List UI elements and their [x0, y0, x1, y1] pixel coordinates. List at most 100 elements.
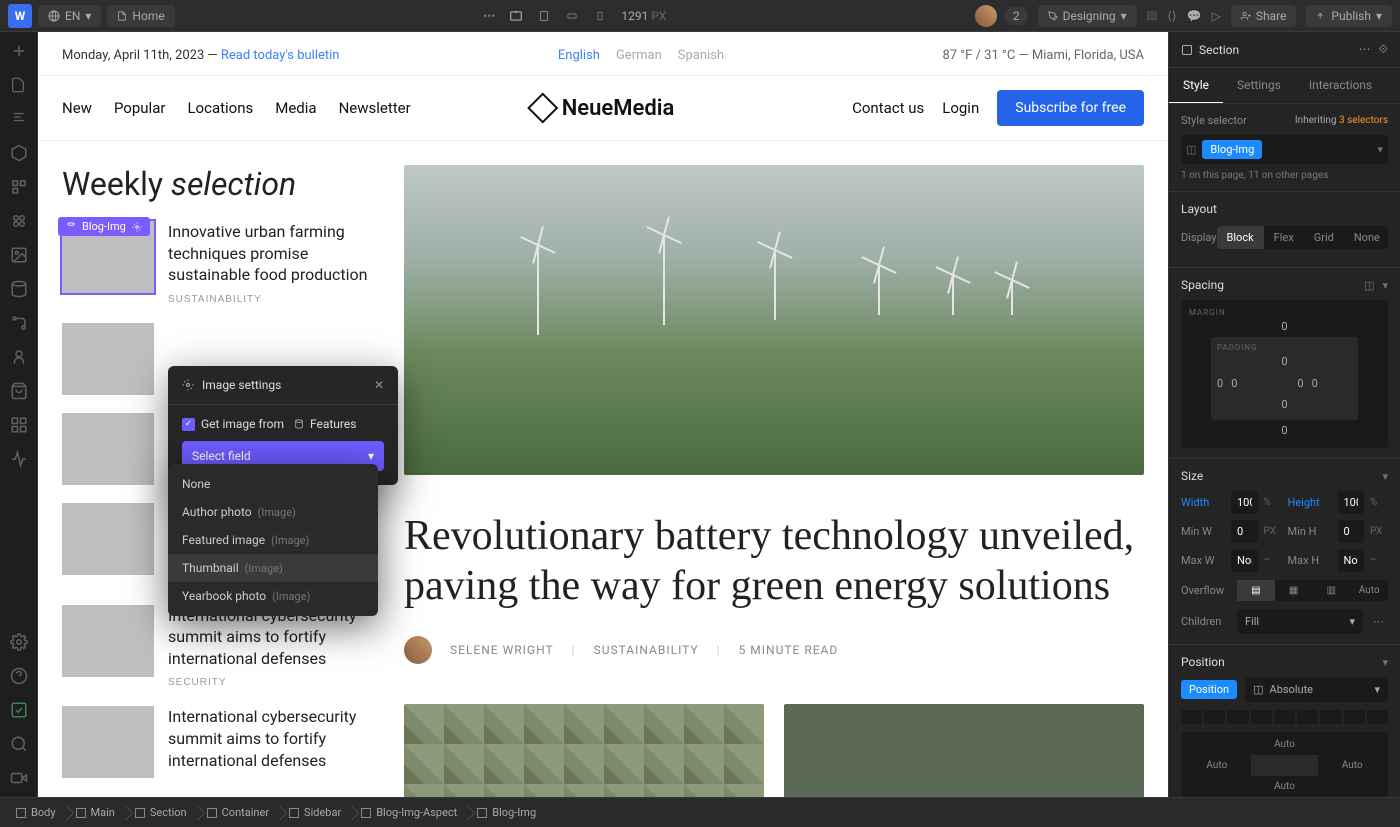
tablet-icon[interactable]: [537, 9, 551, 23]
chevron-down-icon[interactable]: ▾: [1382, 656, 1388, 669]
height-input[interactable]: [1338, 491, 1365, 514]
ecommerce-icon[interactable]: [10, 382, 28, 400]
nav-media[interactable]: Media: [275, 99, 316, 117]
article-thumb[interactable]: [62, 413, 154, 485]
seg-flex[interactable]: Flex: [1264, 226, 1304, 249]
pos-preset[interactable]: [1251, 710, 1272, 724]
mode-button[interactable]: Designing ▾: [1038, 5, 1137, 27]
overflow-scroll[interactable]: ▥: [1313, 580, 1351, 601]
seg-grid[interactable]: Grid: [1304, 226, 1344, 249]
design-canvas[interactable]: Monday, April 11th, 2023 — Read today's …: [38, 32, 1168, 797]
lang-english[interactable]: English: [558, 48, 600, 63]
focus-icon[interactable]: ⟐: [1379, 42, 1388, 57]
checkbox[interactable]: ✓: [182, 418, 195, 431]
landscape-icon[interactable]: [565, 9, 579, 23]
viewport-width[interactable]: 1291 PX: [621, 9, 666, 23]
bulletin-link[interactable]: Read today's bulletin: [221, 48, 340, 63]
breadcrumb-item[interactable]: Section: [125, 806, 197, 819]
overflow-hidden[interactable]: ▦: [1275, 580, 1313, 601]
spacing-box[interactable]: MARGIN 0 PADDING 0 0 0 0 0 0 0: [1181, 300, 1388, 448]
hero-title[interactable]: Revolutionary battery technology unveile…: [404, 511, 1144, 612]
add-icon[interactable]: [10, 42, 28, 60]
share-button[interactable]: Share: [1231, 5, 1297, 27]
hero-image[interactable]: [404, 165, 1144, 475]
logo-icon[interactable]: W: [8, 4, 32, 28]
nav-login[interactable]: Login: [942, 99, 979, 117]
variables-icon[interactable]: [10, 178, 28, 196]
author-avatar[interactable]: [404, 636, 432, 664]
seg-block[interactable]: Block: [1217, 226, 1264, 249]
article-title[interactable]: International cybersecurity summit aims …: [168, 706, 372, 771]
tab-settings[interactable]: Settings: [1223, 68, 1295, 103]
inherit-count[interactable]: 3 selectors: [1339, 115, 1388, 126]
assets-icon[interactable]: [10, 246, 28, 264]
nav-new[interactable]: New: [62, 99, 92, 117]
publish-button[interactable]: Publish ▾: [1306, 5, 1392, 27]
avatar[interactable]: [975, 5, 997, 27]
pos-preset[interactable]: [1204, 710, 1225, 724]
locale-button[interactable]: EN ▾: [38, 5, 101, 27]
nav-newsletter[interactable]: Newsletter: [339, 99, 411, 117]
video-icon[interactable]: [10, 769, 28, 787]
minw-input[interactable]: [1231, 520, 1258, 543]
comment-icon[interactable]: 💬: [1187, 9, 1202, 23]
more-icon[interactable]: ⋯: [1369, 615, 1388, 628]
audit-icon[interactable]: [10, 450, 28, 468]
overflow-auto[interactable]: Auto: [1350, 580, 1388, 601]
more-icon[interactable]: ⋯: [1359, 42, 1371, 57]
phone-icon[interactable]: [593, 9, 607, 23]
chevron-down-icon[interactable]: ▾: [1377, 143, 1383, 156]
components-icon[interactable]: [10, 144, 28, 162]
tab-interactions[interactable]: Interactions: [1295, 68, 1386, 103]
close-icon[interactable]: ✕: [374, 378, 384, 392]
more-icon[interactable]: •••: [483, 9, 495, 23]
lang-german[interactable]: German: [616, 48, 662, 63]
author-name[interactable]: SELENE WRIGHT: [450, 643, 554, 657]
seg-none[interactable]: None: [1344, 226, 1388, 249]
tab-style[interactable]: Style: [1169, 68, 1223, 103]
article-thumb[interactable]: [62, 605, 154, 677]
search-icon[interactable]: [10, 735, 28, 753]
apps-icon[interactable]: [10, 416, 28, 434]
pos-preset[interactable]: [1344, 710, 1365, 724]
article-thumb[interactable]: [62, 503, 154, 575]
article-thumb[interactable]: [62, 323, 154, 395]
state-icon[interactable]: ◫: [1186, 143, 1196, 156]
check-icon[interactable]: ✓⃝: [1147, 9, 1158, 23]
position-select[interactable]: ◫Absolute▾: [1245, 677, 1388, 702]
article-title[interactable]: Innovative urban farming techniques prom…: [168, 221, 372, 286]
maxh-input[interactable]: [1338, 549, 1365, 572]
cms-icon[interactable]: [10, 280, 28, 298]
breadcrumb-item[interactable]: Body: [6, 806, 66, 819]
pos-preset[interactable]: [1320, 710, 1341, 724]
dropdown-item[interactable]: None: [168, 470, 378, 498]
styles-icon[interactable]: [10, 212, 28, 230]
sub-image[interactable]: [784, 704, 1144, 797]
collab-count[interactable]: 2: [1005, 7, 1028, 25]
navigator-icon[interactable]: [10, 110, 28, 128]
article-thumb[interactable]: [62, 706, 154, 778]
pos-preset[interactable]: [1274, 710, 1295, 724]
checkbox-icon[interactable]: [10, 701, 28, 719]
element-tag[interactable]: Blog-Img: [58, 217, 150, 236]
dropdown-item[interactable]: Featured image(Image): [168, 526, 378, 554]
sub-image[interactable]: [404, 704, 764, 797]
lang-spanish[interactable]: Spanish: [678, 48, 724, 63]
breadcrumb-item[interactable]: Blog-Img: [467, 806, 546, 819]
users-icon[interactable]: [10, 348, 28, 366]
gear-icon[interactable]: [132, 222, 142, 232]
pages-icon[interactable]: [10, 76, 28, 94]
breadcrumb-item[interactable]: Blog-Img-Aspect: [351, 806, 467, 819]
play-icon[interactable]: ▷: [1212, 9, 1221, 23]
dropdown-item[interactable]: Thumbnail(Image): [168, 554, 378, 582]
width-input[interactable]: [1231, 491, 1258, 514]
dropdown-item[interactable]: Yearbook photo(Image): [168, 582, 378, 610]
canvas-expand-icon[interactable]: [509, 9, 523, 23]
spacing-preset-icon[interactable]: ◫: [1364, 279, 1374, 292]
overflow-visible[interactable]: ▤: [1237, 580, 1275, 601]
breadcrumb-item[interactable]: Sidebar: [279, 806, 351, 819]
maxw-input[interactable]: [1231, 549, 1258, 572]
logic-icon[interactable]: [10, 314, 28, 332]
class-chip[interactable]: Blog-Img: [1202, 140, 1262, 159]
code-icon[interactable]: ⟨⟩: [1167, 9, 1176, 23]
